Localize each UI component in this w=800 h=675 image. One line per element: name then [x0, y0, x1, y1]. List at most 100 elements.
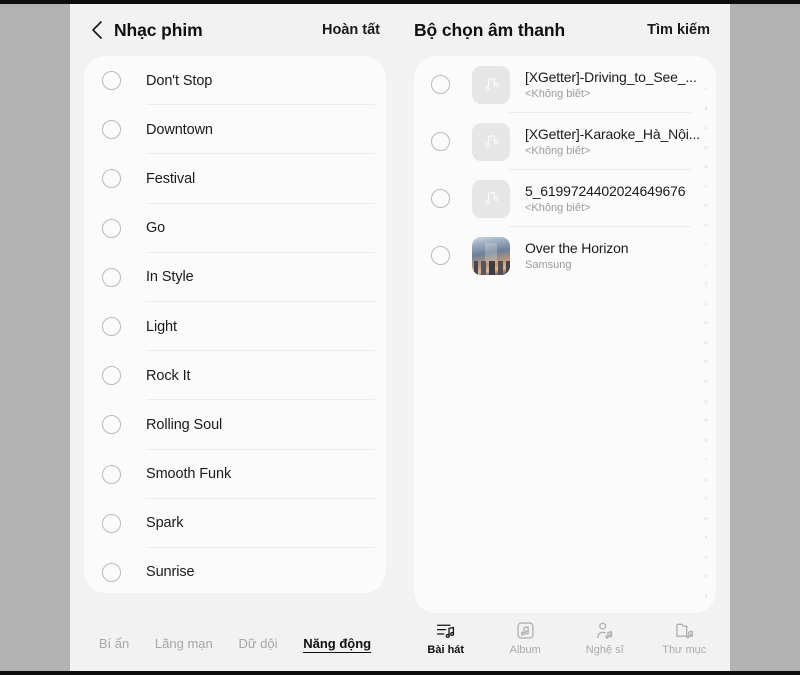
- sound-item-label: Rolling Soul: [146, 416, 223, 433]
- sound-item-label: Downtown: [146, 121, 213, 138]
- chevron-left-icon[interactable]: [84, 17, 110, 43]
- done-button[interactable]: Hoàn tất: [322, 22, 380, 38]
- music-note-icon: [472, 65, 510, 104]
- index-letter[interactable]: D: [704, 145, 707, 150]
- index-letter[interactable]: Z: [705, 574, 708, 579]
- track-list: [XGetter]-Driving_to_See_... <Không biết>…: [414, 56, 716, 284]
- track-title: [XGetter]-Driving_to_See_...: [525, 69, 697, 85]
- index-letter[interactable]: E: [704, 164, 707, 169]
- mood-tabbar: Bí ẩn Lãng mạn Dữ dội Năng động: [70, 621, 400, 671]
- sound-list-item[interactable]: In Style: [84, 253, 386, 302]
- alphabet-index-strip[interactable]: A B C D E F G H I J K L M N O P Q R S T U V W X Y Z #: [700, 82, 712, 603]
- index-letter[interactable]: L: [705, 301, 708, 306]
- track-title: [XGetter]-Karaoke_Hà_Nội...: [525, 126, 700, 142]
- index-letter[interactable]: X: [704, 535, 707, 540]
- mood-tab-4[interactable]: Năng động: [303, 636, 372, 653]
- track-list-item[interactable]: 5_6199724402024649676 <Không biết>: [414, 170, 716, 227]
- track-artist: <Không biết>: [525, 88, 591, 100]
- sound-radio-button[interactable]: [102, 267, 121, 287]
- sound-list-item[interactable]: Don't Stop: [84, 56, 386, 106]
- music-tab-label: Thư mục: [662, 644, 707, 656]
- sound-radio-button[interactable]: [102, 218, 121, 238]
- track-radio-button[interactable]: [431, 132, 450, 151]
- sound-list-item[interactable]: Downtown: [84, 105, 386, 155]
- music-tab-artist[interactable]: Nghệ sĩ: [569, 619, 641, 656]
- track-radio-button[interactable]: [431, 189, 450, 208]
- sound-list-item[interactable]: Festival: [84, 154, 386, 204]
- index-letter[interactable]: A: [704, 86, 707, 91]
- left-pane-title: Nhạc phim: [114, 19, 203, 40]
- window-right-frame: [730, 0, 800, 675]
- sound-list-item[interactable]: Go: [84, 204, 386, 253]
- sound-item-label: Don't Stop: [146, 72, 213, 89]
- index-letter[interactable]: H: [704, 223, 707, 228]
- index-letter[interactable]: P: [704, 379, 707, 384]
- track-title: 5_6199724402024649676: [525, 183, 686, 199]
- index-letter[interactable]: J: [705, 262, 707, 267]
- sound-list-item[interactable]: Rolling Soul: [84, 400, 386, 450]
- track-artist: <Không biết>: [525, 202, 591, 214]
- sound-list-item[interactable]: Smooth Funk: [84, 450, 386, 499]
- index-letter[interactable]: B: [704, 106, 707, 111]
- index-letter[interactable]: F: [705, 184, 708, 189]
- index-letter[interactable]: M: [704, 320, 708, 325]
- track-text-block: 5_6199724402024649676 <Không biết>: [525, 183, 716, 214]
- sound-list-item[interactable]: Light: [84, 302, 386, 352]
- songs-icon: [435, 619, 456, 641]
- artist-icon: [594, 619, 615, 641]
- track-radio-button[interactable]: [431, 75, 450, 94]
- sound-item-label: Rock It: [146, 367, 191, 384]
- mood-tab-3[interactable]: Dữ dội: [238, 636, 277, 653]
- music-tab-folder[interactable]: Thư mục: [648, 619, 720, 656]
- folder-icon: [674, 619, 695, 641]
- sound-picker-left-pane: Nhạc phim Hoàn tất Don't Stop Downtown Fes…: [70, 4, 400, 671]
- music-tabbar: Bài hát Album Nghệ sĩ Thư mục: [400, 615, 730, 671]
- sound-radio-button[interactable]: [102, 562, 121, 582]
- index-letter[interactable]: V: [704, 496, 707, 501]
- track-radio-button[interactable]: [431, 246, 450, 265]
- sound-radio-button[interactable]: [102, 120, 121, 140]
- search-button[interactable]: Tìm kiếm: [647, 22, 710, 38]
- index-letter[interactable]: T: [705, 457, 708, 462]
- music-tab-album[interactable]: Album: [489, 619, 561, 656]
- screen-content: Nhạc phim Hoàn tất Don't Stop Downtown Fes…: [70, 4, 730, 671]
- music-tab-label: Nghệ sĩ: [585, 644, 624, 656]
- track-list-item[interactable]: [XGetter]-Karaoke_Hà_Nội... <Không biết>: [414, 113, 716, 170]
- track-text-block: [XGetter]-Karaoke_Hà_Nội... <Không biết>: [525, 126, 716, 157]
- index-letter[interactable]: S: [704, 438, 707, 443]
- index-letter[interactable]: U: [704, 477, 707, 482]
- sound-radio-button[interactable]: [102, 464, 121, 484]
- index-letter[interactable]: Q: [704, 399, 708, 404]
- right-pane-header: Bộ chọn âm thanh Tìm kiếm: [400, 4, 730, 56]
- track-list-item[interactable]: [XGetter]-Driving_to_See_... <Không biết>: [414, 56, 716, 113]
- sound-radio-button[interactable]: [102, 169, 121, 189]
- mood-tab-2[interactable]: Lãng mạn: [155, 636, 213, 653]
- index-letter[interactable]: R: [704, 418, 707, 423]
- index-letter[interactable]: C: [704, 125, 707, 130]
- index-letter[interactable]: W: [704, 516, 708, 521]
- index-letter[interactable]: I: [705, 242, 706, 247]
- sound-list-item[interactable]: Spark: [84, 499, 386, 548]
- sound-item-label: Smooth Funk: [146, 466, 232, 483]
- sound-radio-button[interactable]: [102, 415, 121, 435]
- sound-radio-button[interactable]: [102, 317, 121, 337]
- track-list-item[interactable]: Over the Horizon Samsung: [414, 227, 716, 284]
- track-title: Over the Horizon: [525, 240, 629, 256]
- sound-radio-button[interactable]: [102, 513, 121, 533]
- index-letter[interactable]: N: [704, 340, 707, 345]
- index-letter[interactable]: K: [704, 281, 707, 286]
- sound-radio-button[interactable]: [102, 71, 121, 91]
- music-note-icon: [472, 122, 510, 161]
- music-tab-songs[interactable]: Bài hát: [410, 619, 482, 656]
- track-artist: Samsung: [525, 259, 572, 271]
- sound-radio-button[interactable]: [102, 366, 121, 386]
- index-letter[interactable]: O: [704, 359, 708, 364]
- index-letter[interactable]: Y: [704, 555, 707, 560]
- index-letter[interactable]: #: [705, 594, 708, 599]
- album-icon: [515, 619, 536, 641]
- sound-list-item[interactable]: Sunrise: [84, 548, 386, 593]
- mood-tab-1[interactable]: Bí ẩn: [99, 636, 129, 653]
- window-left-frame: [0, 0, 70, 675]
- index-letter[interactable]: G: [704, 203, 708, 208]
- sound-list-item[interactable]: Rock It: [84, 351, 386, 401]
